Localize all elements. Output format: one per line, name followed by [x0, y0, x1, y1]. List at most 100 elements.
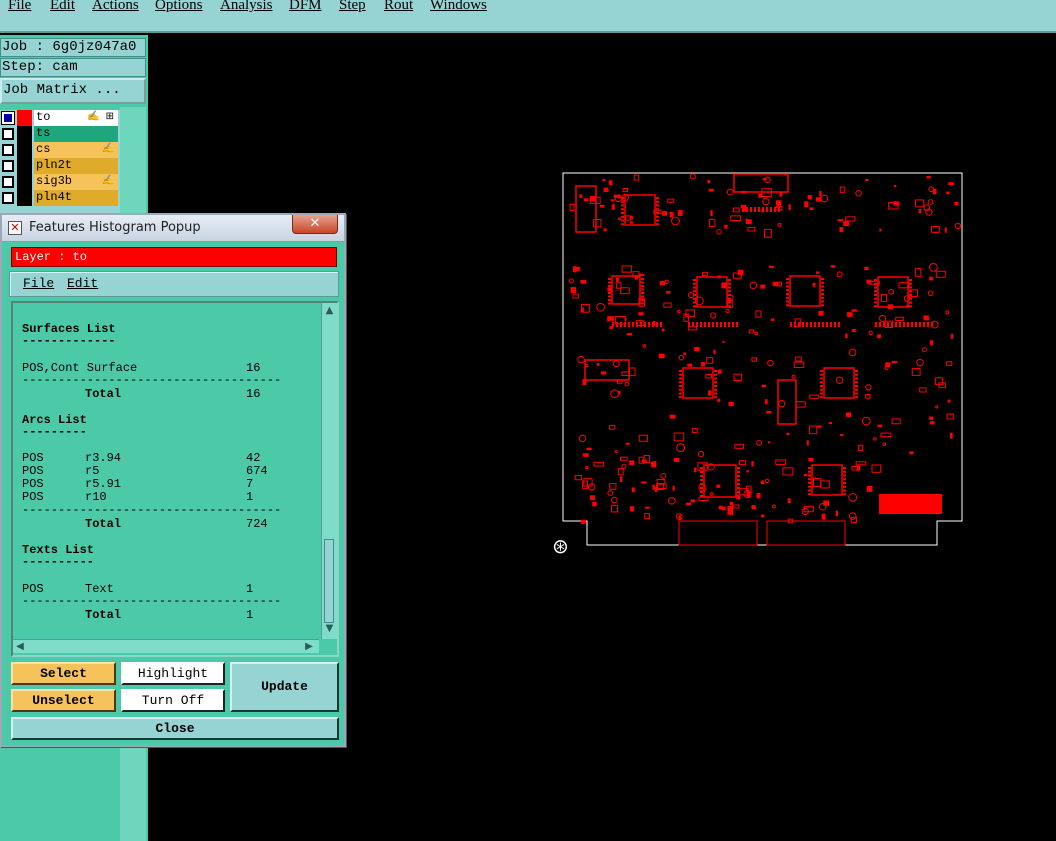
layer-name[interactable]: cs ✍: [34, 142, 118, 158]
pcb-pad: [596, 363, 600, 366]
origin-marker-icon: ⊛: [552, 534, 569, 558]
scroll-left-arrow-icon[interactable]: ◀: [14, 640, 26, 653]
pcb-pad: [843, 220, 850, 227]
layer-row-pln4t[interactable]: pln4t: [0, 190, 118, 206]
layer-name[interactable]: ts: [34, 126, 118, 142]
layer-row-cs[interactable]: cs ✍: [0, 142, 118, 158]
update-button[interactable]: Update: [230, 662, 339, 712]
turn-off-button[interactable]: Turn Off: [121, 689, 225, 712]
pcb-pad: [877, 334, 881, 339]
menu-edit[interactable]: Edit: [50, 0, 75, 14]
main-menubar: File Edit Actions Options Analysis DFM Step Rou…: [0, 0, 1056, 33]
pcb-component: [748, 329, 755, 334]
layer-row-to[interactable]: to ✍ ⊞: [0, 110, 118, 126]
pcb-pad: [621, 215, 624, 218]
scroll-thumb[interactable]: [324, 539, 334, 623]
pcb-component: [938, 382, 946, 389]
pcb-pad: [645, 506, 650, 509]
pcb-pad: [679, 377, 682, 380]
pcb-via: [865, 384, 872, 391]
scroll-up-arrow-icon[interactable]: ▲: [323, 305, 336, 317]
select-button[interactable]: Select: [11, 662, 116, 685]
menu-file[interactable]: File: [8, 0, 31, 14]
pcb-pad: [679, 396, 682, 399]
pcb-pad: [636, 322, 638, 327]
layer-color-swatch[interactable]: [17, 142, 32, 158]
surfaces-underline: -------------: [22, 334, 116, 348]
layer-color-swatch[interactable]: [17, 158, 32, 174]
window-close-button[interactable]: ✕: [292, 215, 338, 234]
menu-step-label: Step: [339, 0, 366, 13]
layer-name[interactable]: sig3b ✍: [34, 174, 118, 190]
layer-checkbox[interactable]: [2, 192, 14, 204]
pcb-pad: [687, 363, 693, 367]
scroll-right-arrow-icon[interactable]: ▶: [303, 640, 315, 653]
layer-edit-flag-icon: ✍: [101, 176, 114, 187]
scroll-down-arrow-icon[interactable]: ▼: [323, 623, 336, 635]
pcb-via: [927, 290, 934, 297]
pcb-pad: [644, 322, 646, 327]
popup-menu-file[interactable]: File: [23, 272, 54, 296]
pcb-pad: [694, 346, 700, 352]
layer-color-swatch[interactable]: [17, 110, 32, 126]
pcb-component: [880, 432, 892, 438]
pcb-pad: [708, 188, 714, 192]
layer-checkbox[interactable]: [1, 111, 15, 125]
menu-analysis-label: Analysis: [220, 0, 273, 13]
layer-checkbox[interactable]: [2, 144, 14, 156]
histogram-list[interactable]: Surfaces List ------------- POS,Cont Sur…: [15, 305, 319, 637]
pcb-pad: [717, 369, 722, 374]
menu-analysis[interactable]: Analysis: [220, 0, 273, 14]
pcb-pad: [794, 322, 796, 327]
pcb-component: [891, 418, 901, 425]
pcb-component: [620, 287, 630, 295]
layer-name-label: ts: [36, 126, 51, 140]
pcb-pad: [786, 289, 789, 292]
menu-rout[interactable]: Rout: [384, 0, 413, 14]
pcb-pad: [624, 317, 627, 321]
close-button[interactable]: Close: [11, 717, 339, 740]
pcb-pad: [838, 322, 840, 327]
pcb-pad: [775, 200, 782, 205]
pcb-component: [706, 357, 714, 364]
pcb-via: [610, 389, 619, 399]
pcb-pad: [927, 322, 929, 327]
highlight-button[interactable]: Highlight: [121, 662, 225, 685]
pcb-pad: [737, 471, 740, 473]
menu-windows[interactable]: Windows: [430, 0, 487, 14]
pcb-pad: [929, 340, 934, 345]
layer-name[interactable]: pln4t: [34, 190, 118, 206]
layer-name[interactable]: to ✍ ⊞: [34, 110, 118, 126]
pcb-component: [809, 394, 819, 399]
pcb-via: [835, 376, 844, 384]
menu-options[interactable]: Options: [155, 0, 203, 14]
menu-dfm[interactable]: DFM: [289, 0, 322, 14]
pcb-component: [739, 460, 747, 466]
layer-checkbox[interactable]: [2, 176, 14, 188]
pcb-pad: [820, 388, 823, 391]
menu-step[interactable]: Step: [339, 0, 366, 14]
list-horizontal-scrollbar[interactable]: ◀ ▶: [13, 639, 319, 653]
layer-color-swatch[interactable]: [17, 190, 32, 206]
pcb-pad: [728, 282, 731, 285]
list-vertical-scrollbar[interactable]: ▲ ▼: [321, 303, 337, 639]
pcb-pad: [815, 271, 820, 274]
layer-checkbox[interactable]: [2, 128, 14, 140]
pcb-component: [702, 271, 709, 277]
popup-titlebar[interactable]: ✕ Features Histogram Popup ✕: [2, 215, 344, 242]
pcb-pad: [729, 501, 734, 505]
layer-row-pln2t[interactable]: pln2t: [0, 158, 118, 174]
layer-name[interactable]: pln2t: [34, 158, 118, 174]
menu-dfm-label: DFM: [289, 0, 322, 13]
menu-actions[interactable]: Actions: [92, 0, 139, 14]
pcb-pad: [786, 281, 789, 284]
layer-color-swatch[interactable]: [17, 174, 32, 190]
popup-menu-edit[interactable]: Edit: [67, 272, 98, 296]
pcb-pad: [746, 207, 748, 212]
layer-row-ts[interactable]: ts: [0, 126, 118, 142]
layer-checkbox[interactable]: [2, 160, 14, 172]
job-matrix-button[interactable]: Job Matrix ...: [0, 78, 146, 104]
layer-row-sig3b[interactable]: sig3b ✍: [0, 174, 118, 190]
layer-color-swatch[interactable]: [17, 126, 32, 142]
unselect-button[interactable]: Unselect: [11, 689, 116, 712]
